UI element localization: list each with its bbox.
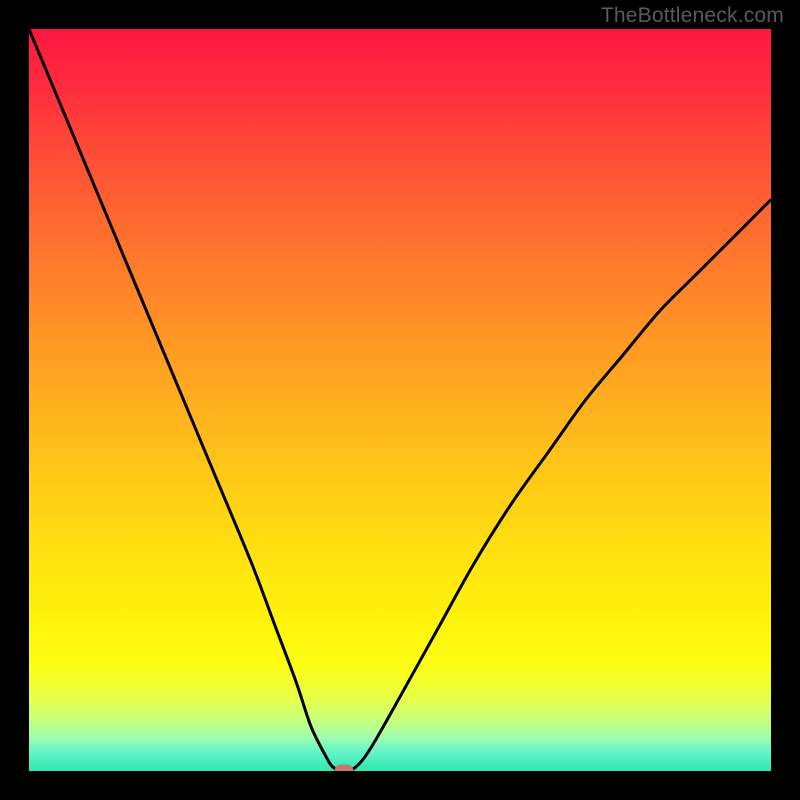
curve-svg xyxy=(29,29,771,771)
bottleneck-curve xyxy=(29,29,771,771)
plot-area xyxy=(29,29,771,771)
optimal-point-marker xyxy=(335,765,354,772)
chart-container: TheBottleneck.com xyxy=(0,0,800,800)
watermark-text: TheBottleneck.com xyxy=(601,4,784,28)
